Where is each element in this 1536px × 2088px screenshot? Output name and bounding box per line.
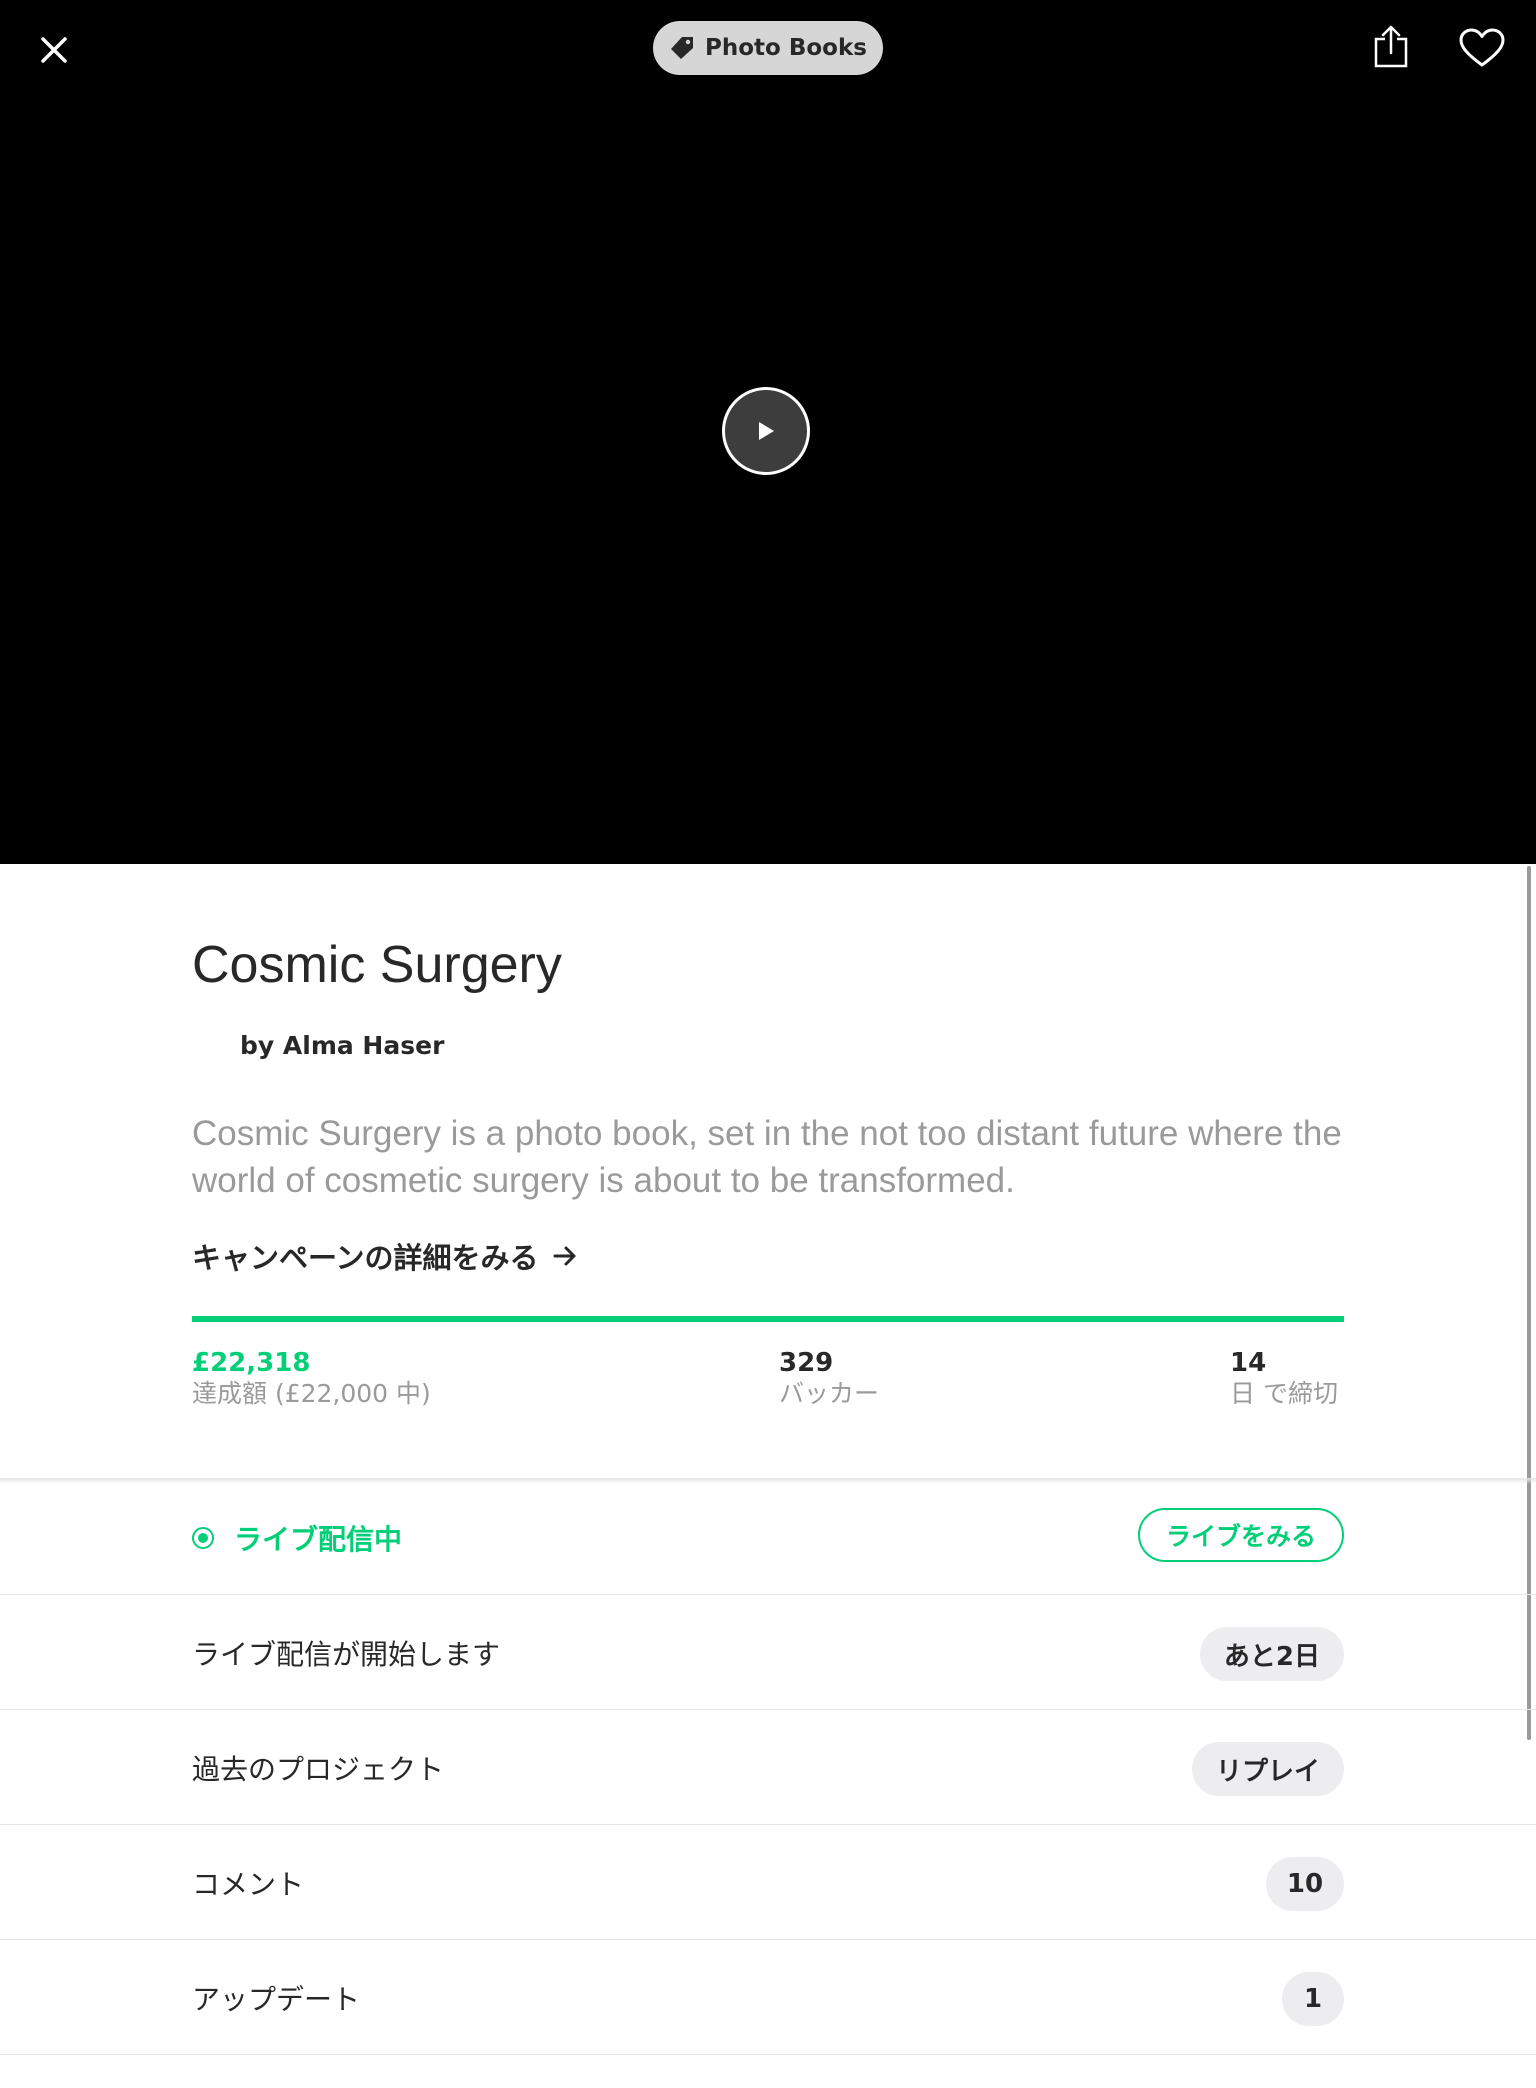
live-indicator-icon (192, 1526, 214, 1549)
play-button[interactable] (722, 387, 810, 475)
funding-progress-fill (192, 1316, 1344, 1322)
live-status-label: ライブ配信中 (234, 1522, 403, 1556)
campaign-details-link[interactable]: キャンペーンの詳細をみる (192, 1235, 577, 1277)
comments-count-badge: 10 (1266, 1857, 1344, 1911)
project-title: Cosmic Surgery (192, 936, 562, 994)
past-projects-row[interactable]: 過去のプロジェクト リプレイ (0, 1710, 1536, 1825)
comments-label: コメント (192, 1867, 305, 1901)
pledged-label: 達成額 (£22,000 中) (192, 1379, 431, 1408)
live-status: ライブ配信中 (192, 1480, 402, 1595)
updates-count-badge: 1 (1282, 1972, 1344, 2026)
video-player[interactable]: Photo Books (0, 0, 1536, 864)
close-button[interactable] (30, 26, 78, 74)
comments-row[interactable]: コメント 10 (0, 1825, 1536, 1940)
share-icon (1374, 25, 1408, 68)
arrow-right-icon (553, 1246, 576, 1266)
favorite-button[interactable] (1456, 24, 1508, 72)
category-tag-button[interactable]: Photo Books (653, 21, 883, 75)
days-label: 日 で締切 (1230, 1379, 1338, 1408)
stat-backers: 329 バッカー (779, 1347, 879, 1409)
project-blurb: Cosmic Surgery is a photo book, set in t… (192, 1114, 1342, 1200)
tag-icon (671, 37, 694, 59)
backers-label: バッカー (779, 1379, 880, 1408)
upcoming-live-label: ライブ配信が開始します (192, 1637, 501, 1671)
backers-value: 329 (779, 1348, 834, 1378)
creator-name[interactable]: by Alma Haser (240, 1031, 444, 1060)
watch-live-button[interactable]: ライブをみる (1138, 1508, 1344, 1562)
pledged-value: £22,318 (192, 1348, 311, 1378)
updates-label: アップデート (192, 1982, 361, 2016)
live-stream-row: ライブ配信中 ライブをみる (0, 1480, 1536, 1595)
category-label: Photo Books (705, 35, 867, 61)
play-icon (759, 422, 774, 440)
stat-pledged: £22,318 達成額 (£22,000 中) (192, 1347, 431, 1409)
days-value: 14 (1230, 1348, 1267, 1378)
heart-icon (1459, 28, 1505, 67)
funding-progress-bar (192, 1316, 1344, 1322)
campaign-details-label: キャンペーンの詳細をみる (192, 1241, 539, 1275)
stat-days-left: 14 日 で締切 (1230, 1347, 1338, 1409)
upcoming-live-row[interactable]: ライブ配信が開始します あと2日 (0, 1595, 1536, 1710)
close-icon (41, 37, 67, 63)
updates-row[interactable]: アップデート 1 (0, 1940, 1536, 2055)
share-button[interactable] (1367, 22, 1415, 72)
past-projects-label: 過去のプロジェクト (192, 1752, 445, 1786)
replay-badge: リプレイ (1191, 1742, 1344, 1796)
upcoming-live-badge: あと2日 (1199, 1627, 1344, 1681)
